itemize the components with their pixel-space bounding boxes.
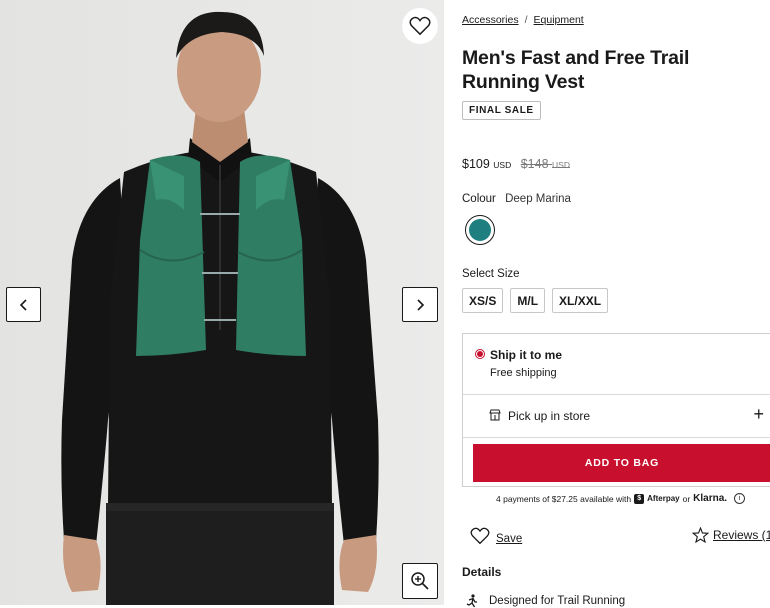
size-label: Select Size: [462, 268, 520, 280]
original-price-currency: USD: [552, 160, 570, 170]
payment-or: or: [682, 493, 691, 504]
chevron-right-icon: [417, 298, 425, 311]
size-xs-s[interactable]: XS/S: [462, 288, 504, 313]
radio-dot: [477, 351, 483, 357]
colour-value: Deep Marina: [505, 193, 571, 205]
running-icon: [466, 594, 477, 608]
price: $109 USD $148 USD: [462, 157, 570, 171]
afterpay-icon: $: [634, 493, 645, 504]
reviews-link[interactable]: Reviews (1: [692, 527, 770, 543]
zoom-button[interactable]: [402, 563, 438, 599]
save-label: Save: [496, 533, 523, 545]
afterpay-logo: Afterpay: [647, 494, 680, 503]
breadcrumb-accessories[interactable]: Accessories: [462, 14, 519, 26]
current-price-currency: USD: [493, 160, 512, 170]
original-price-value: $148: [520, 157, 549, 171]
fulfilment-box: Ship it to me Free shipping Pick up in s…: [462, 333, 770, 487]
heart-outline-icon: [409, 16, 431, 36]
product-panel: Accessories / Equipment Men's Fast and F…: [462, 0, 770, 608]
size-m-l[interactable]: M/L: [510, 288, 546, 313]
payment-options: 4 payments of $27.25 available with $ Af…: [496, 493, 746, 504]
details-item: Designed for Trail Running: [465, 594, 625, 608]
ship-radio[interactable]: [475, 349, 485, 359]
breadcrumb-separator: /: [524, 14, 528, 26]
product-photo: [0, 0, 444, 605]
next-image-button[interactable]: [402, 287, 438, 322]
pickup-label: Pick up in store: [508, 409, 591, 423]
chevron-left-icon: [19, 298, 27, 311]
previous-image-button[interactable]: [6, 287, 41, 322]
add-to-bag-button[interactable]: ADD TO BAG: [473, 444, 770, 482]
plus-icon[interactable]: +: [753, 404, 764, 425]
save-button[interactable]: Save: [470, 527, 522, 545]
breadcrumb: Accessories / Equipment: [462, 14, 584, 26]
reviews-label: Reviews (1: [713, 528, 770, 542]
original-price: $148 USD: [521, 157, 570, 171]
ship-subtitle: Free shipping: [490, 367, 557, 379]
ship-title: Ship it to me: [490, 348, 562, 362]
current-price: $109: [462, 157, 490, 171]
product-image-gallery: [0, 0, 444, 605]
size-options: XS/S M/L XL/XXL: [462, 288, 609, 313]
star-outline-icon: [692, 527, 709, 543]
colour-label: Colour: [462, 193, 496, 205]
divider: [463, 437, 770, 438]
size-xl-xxl[interactable]: XL/XXL: [552, 288, 609, 313]
heart-outline-icon: [470, 527, 490, 545]
klarna-logo: Klarna.: [693, 493, 728, 504]
details-heading: Details: [462, 565, 502, 579]
details-item-label: Designed for Trail Running: [489, 595, 626, 607]
colour-swatch-deep-marina[interactable]: [465, 215, 495, 245]
store-icon: [489, 409, 501, 421]
info-icon[interactable]: i: [734, 493, 746, 504]
pickup-option[interactable]: Pick up in store +: [463, 395, 770, 437]
breadcrumb-equipment[interactable]: Equipment: [534, 14, 584, 26]
swatch-fill: [469, 219, 491, 241]
product-title: Men's Fast and Free Trail Running Vest: [462, 47, 690, 93]
colour-row: Colour Deep Marina: [462, 193, 571, 205]
zoom-in-icon: [411, 572, 429, 590]
payment-text: 4 payments of $27.25 available with: [496, 493, 632, 504]
wishlist-button[interactable]: [402, 8, 438, 44]
final-sale-badge: FINAL SALE: [462, 101, 541, 120]
